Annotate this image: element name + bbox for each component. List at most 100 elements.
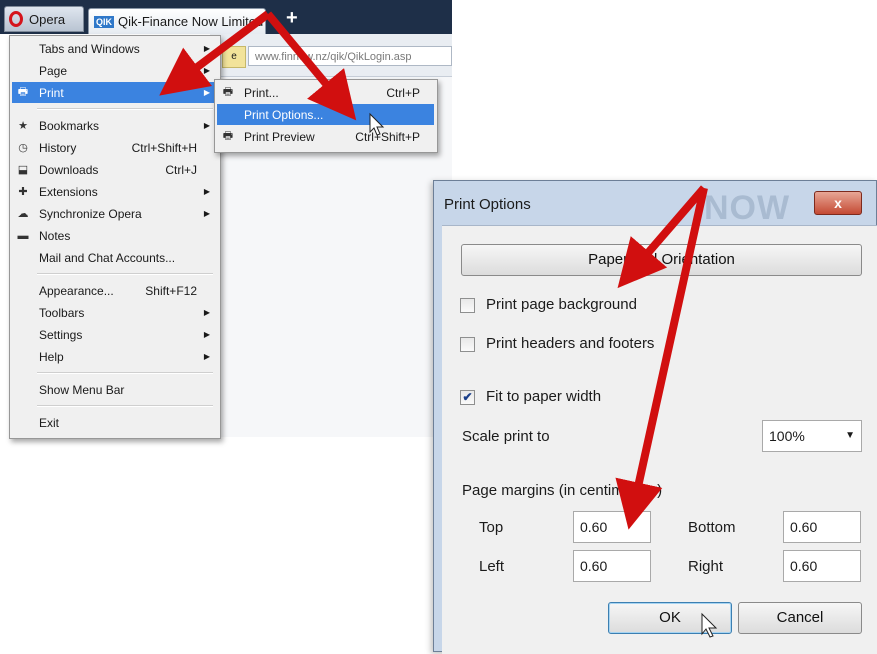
menu-item-help[interactable]: Help ▶	[12, 346, 217, 367]
submenu-item-label: Print Preview	[244, 129, 315, 144]
menu-item-history[interactable]: ◷ History Ctrl+Shift+H	[12, 137, 217, 158]
submenu-arrow-icon: ▶	[203, 88, 210, 97]
cloud-icon: ☁	[17, 208, 29, 220]
menu-item-downloads[interactable]: ⬓ Downloads Ctrl+J	[12, 159, 217, 180]
submenu-item-label: Print Options...	[244, 107, 324, 122]
right-margin-field[interactable]: 0.60	[783, 550, 861, 582]
opera-main-menu: Tabs and Windows ▶ Page ▶ 🖶 Print ▶ ★ Bo…	[9, 35, 221, 439]
menu-item-label: Page	[39, 63, 68, 78]
top-margin-label: Top	[479, 519, 504, 536]
print-submenu: 🖶 Print... Ctrl+P Print Options... 🖶 Pri…	[214, 79, 438, 153]
print-headers-label: Print headers and footers	[486, 335, 655, 352]
menu-item-extensions[interactable]: ✚ Extensions ▶	[12, 181, 217, 202]
menu-item-label: Mail and Chat Accounts...	[39, 250, 176, 265]
menu-item-print[interactable]: 🖶 Print ▶	[12, 82, 217, 103]
opera-menu-label: Opera	[29, 11, 66, 27]
dialog-title: Print Options	[444, 196, 531, 213]
margins-label: Page margins (in centimeters)	[462, 482, 663, 499]
menu-separator	[37, 405, 213, 407]
menu-item-shortcut: Shift+F12	[145, 283, 197, 298]
menu-item-label: Tabs and Windows	[39, 41, 140, 56]
submenu-item-print[interactable]: 🖶 Print... Ctrl+P	[217, 82, 434, 103]
menu-item-mail-and-chat-accounts[interactable]: Mail and Chat Accounts...	[12, 247, 217, 268]
menu-item-notes[interactable]: ▬ Notes	[12, 225, 217, 246]
new-tab-button[interactable]: +	[286, 8, 298, 28]
print-options-dialog: NOW Print Options x Paper and Orientatio…	[433, 180, 877, 654]
submenu-item-shortcut: Ctrl+P	[386, 85, 420, 100]
print-background-label: Print page background	[486, 296, 637, 313]
notes-icon: ▬	[17, 229, 29, 242]
menu-item-label: Appearance...	[39, 283, 114, 298]
address-field[interactable]: www.finnow.nz/qik/QikLogin.asp	[248, 46, 452, 66]
submenu-arrow-icon: ▶	[203, 121, 210, 130]
printer-icon: 🖶	[17, 86, 29, 98]
tab-title: Qik-Finance Now Limited	[118, 14, 264, 29]
cancel-button[interactable]: Cancel	[738, 602, 862, 634]
menu-separator	[37, 372, 213, 374]
print-headers-checkbox[interactable]	[460, 337, 475, 352]
menu-separator	[37, 273, 213, 275]
scale-value: 100%	[769, 428, 805, 444]
opera-logo-icon	[9, 11, 23, 27]
submenu-arrow-icon: ▶	[203, 187, 210, 196]
submenu-arrow-icon: ▶	[203, 66, 210, 75]
opera-menu-button[interactable]: Opera	[4, 6, 84, 32]
menu-item-exit[interactable]: Exit	[12, 412, 217, 433]
check-mark-icon: ✔	[462, 390, 473, 404]
menu-item-label: Print	[39, 85, 64, 100]
left-margin-field[interactable]: 0.60	[573, 550, 651, 582]
submenu-arrow-icon: ▶	[203, 330, 210, 339]
menu-item-shortcut: Ctrl+Shift+H	[131, 140, 197, 155]
ok-button[interactable]: OK	[608, 602, 732, 634]
menu-item-synchronize-opera[interactable]: ☁ Synchronize Opera ▶	[12, 203, 217, 224]
fit-to-width-checkbox[interactable]: ✔	[460, 390, 475, 405]
submenu-arrow-icon: ▶	[203, 308, 210, 317]
menu-item-label: Downloads	[39, 162, 99, 177]
menu-item-label: Notes	[39, 228, 71, 243]
menu-item-label: Extensions	[39, 184, 98, 199]
menu-separator	[37, 108, 213, 110]
menu-item-settings[interactable]: Settings ▶	[12, 324, 217, 345]
menu-item-label: History	[39, 140, 77, 155]
dropdown-arrow-icon: ▼	[845, 430, 855, 441]
menu-item-label: Synchronize Opera	[39, 206, 142, 221]
bottom-margin-label: Bottom	[688, 519, 736, 536]
menu-item-label: Show Menu Bar	[39, 382, 125, 397]
printer-icon: 🖶	[222, 86, 234, 98]
submenu-item-shortcut: Ctrl+Shift+P	[355, 129, 420, 144]
menu-item-show-menu-bar[interactable]: Show Menu Bar	[12, 379, 217, 400]
menu-item-label: Exit	[39, 415, 60, 430]
submenu-item-print-options[interactable]: Print Options...	[217, 104, 434, 125]
close-button[interactable]: x	[814, 191, 862, 215]
menu-item-bookmarks[interactable]: ★ Bookmarks ▶	[12, 115, 217, 136]
menu-item-tabs-and-windows[interactable]: Tabs and Windows ▶	[12, 38, 217, 59]
paper-and-orientation-button[interactable]: Paper and Orientation	[461, 244, 862, 276]
submenu-arrow-icon: ▶	[203, 209, 210, 218]
menu-item-shortcut: Ctrl+J	[165, 162, 197, 177]
menu-item-label: Toolbars	[39, 305, 85, 320]
browser-tab[interactable]: QIK Qik-Finance Now Limited	[88, 8, 266, 34]
tab-bar: Opera QIK Qik-Finance Now Limited +	[0, 0, 452, 34]
print-preview-icon: 🖶	[222, 130, 234, 142]
dialog-watermark: NOW	[704, 189, 791, 227]
menu-item-label: Settings	[39, 327, 83, 342]
tab-favicon-icon: QIK	[94, 15, 115, 28]
fit-to-width-label: Fit to paper width	[486, 388, 602, 405]
top-margin-field[interactable]: 0.60	[573, 511, 651, 543]
submenu-item-print-preview[interactable]: 🖶 Print Preview Ctrl+Shift+P	[217, 126, 434, 147]
right-margin-label: Right	[688, 558, 724, 575]
submenu-item-label: Print...	[244, 85, 279, 100]
menu-item-appearance[interactable]: Appearance... Shift+F12	[12, 280, 217, 301]
site-info-button[interactable]: e	[222, 46, 246, 68]
menu-item-toolbars[interactable]: Toolbars ▶	[12, 302, 217, 323]
address-bar-area: e www.finnow.nz/qik/QikLogin.asp	[210, 34, 452, 77]
submenu-arrow-icon: ▶	[203, 44, 210, 53]
clock-icon: ◷	[18, 142, 28, 154]
print-background-checkbox[interactable]	[460, 298, 475, 313]
menu-item-page[interactable]: Page ▶	[12, 60, 217, 81]
scale-label: Scale print to	[462, 428, 550, 445]
menu-item-label: Bookmarks	[39, 118, 100, 133]
menu-item-label: Help	[39, 349, 64, 364]
scale-select[interactable]: 100% ▼	[762, 420, 862, 452]
bottom-margin-field[interactable]: 0.60	[783, 511, 861, 543]
